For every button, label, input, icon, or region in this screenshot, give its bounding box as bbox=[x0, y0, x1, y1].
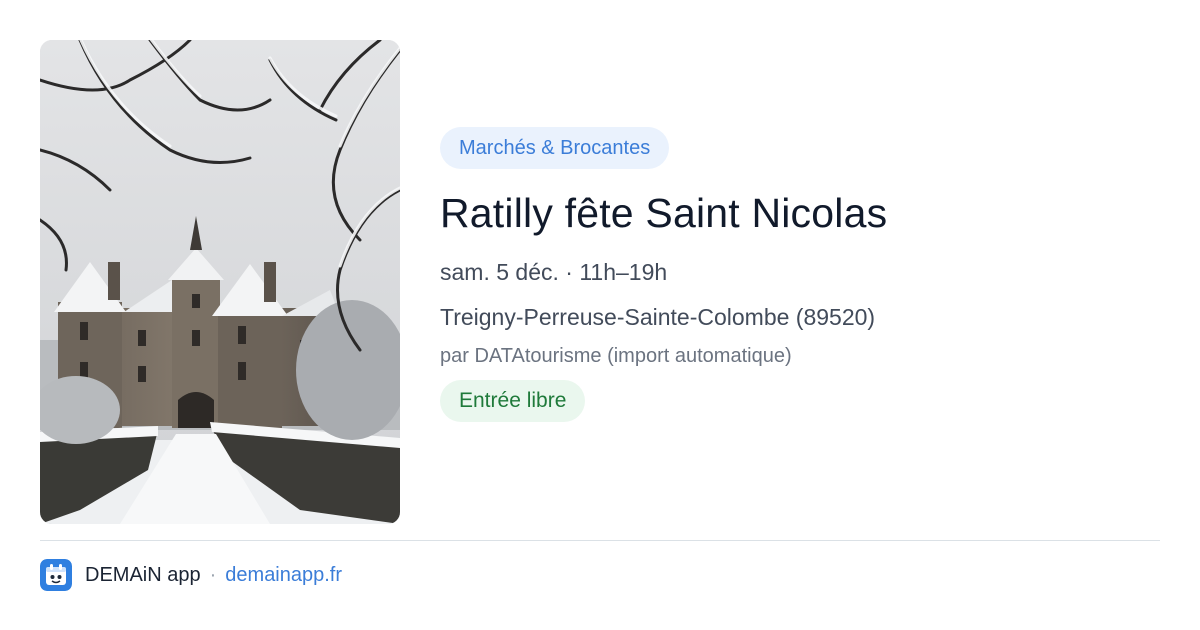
footer-separator: · bbox=[209, 563, 217, 586]
event-source: par DATAtourisme (import automatique) bbox=[440, 345, 792, 367]
price-badge: Entrée libre bbox=[440, 380, 586, 422]
event-photo bbox=[40, 40, 400, 524]
event-card[interactable]: Marchés & Brocantes Ratilly fête Saint N… bbox=[0, 0, 1200, 630]
footer: DEMAiN app · demainapp.fr bbox=[40, 558, 342, 592]
event-info: Marchés & Brocantes Ratilly fête Saint N… bbox=[440, 127, 1160, 422]
category-badge[interactable]: Marchés & Brocantes bbox=[440, 127, 670, 169]
app-name: DEMAiN app bbox=[85, 563, 201, 586]
event-location: Treigny-Perreuse-Sainte-Colombe (89520) bbox=[440, 304, 876, 330]
event-title[interactable]: Ratilly fête Saint Nicolas bbox=[440, 189, 1160, 237]
demain-app-logo-icon bbox=[40, 559, 72, 591]
event-datetime: sam. 5 déc. · 11h–19h bbox=[440, 259, 668, 285]
app-website-link[interactable]: demainapp.fr bbox=[225, 564, 342, 587]
footer-divider bbox=[40, 540, 1160, 541]
